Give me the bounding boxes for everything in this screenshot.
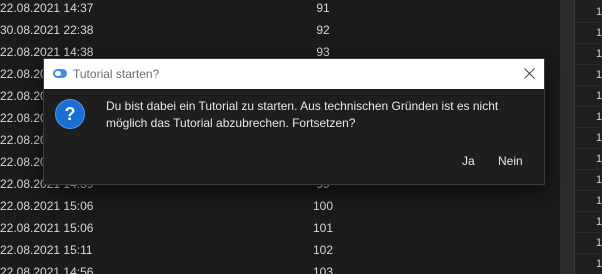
right-panel-row: 1: [574, 189, 602, 212]
row-number: 100: [312, 199, 334, 213]
table-row[interactable]: 22.08.2021 15:06 101: [0, 221, 560, 243]
app-window: 22.08.2021 14:37 91 30.08.2021 22:38 92 22.0…: [0, 0, 602, 274]
row-date: 22.08.2021 15:06: [0, 199, 94, 213]
question-glyph: ?: [64, 104, 76, 124]
question-icon: ?: [55, 99, 85, 129]
row-number: 101: [312, 221, 334, 235]
no-button[interactable]: Nein: [498, 154, 523, 168]
right-panel-value: 1: [596, 132, 602, 144]
right-panel-value: 1: [596, 90, 602, 102]
right-panel-row: 1: [574, 84, 602, 107]
close-icon: [524, 68, 535, 79]
right-panel: 1 1 1 1 1 1 1 1 1 1 1 1 1: [574, 0, 602, 274]
table-row[interactable]: 22.08.2021 14:56 103: [0, 265, 560, 274]
right-panel-value: 1: [596, 174, 602, 186]
right-panel-value: 1: [596, 237, 602, 249]
right-panel-row: 1: [574, 210, 602, 233]
right-panel-row: 1: [574, 63, 602, 86]
right-panel-value: 1: [596, 48, 602, 60]
dialog-message-line2: möglich das Tutorial abzubrechen. Fortse…: [106, 116, 356, 130]
row-number: 91: [316, 1, 330, 15]
table-row[interactable]: 22.08.2021 15:11 102: [0, 243, 560, 265]
row-number: 103: [312, 265, 334, 274]
close-button[interactable]: [514, 59, 544, 89]
row-date: 22.08.2021 14:37: [0, 1, 94, 15]
row-date: 22.08.2021 15:06: [0, 221, 94, 235]
right-panel-row: 1: [574, 231, 602, 254]
panel-divider: [574, 0, 575, 274]
yes-button[interactable]: Ja: [462, 154, 475, 168]
dialog-titlebar: Tutorial starten?: [44, 59, 544, 89]
table-row[interactable]: 30.08.2021 22:38 92: [0, 23, 560, 45]
right-panel-row: 1: [574, 147, 602, 170]
row-date: 22.08.2021 14:38: [0, 45, 94, 59]
row-date: 22.08.2021 15:11: [0, 243, 93, 257]
dialog-title: Tutorial starten?: [73, 67, 160, 81]
right-panel-row: 1: [574, 168, 602, 191]
right-panel-value: 1: [596, 27, 602, 39]
right-panel-row: 1: [574, 252, 602, 274]
right-panel-value: 1: [596, 111, 602, 123]
row-number: 93: [316, 45, 330, 59]
confirm-dialog: Tutorial starten? ? Du bist dabei ein Tu…: [43, 58, 545, 185]
right-panel-value: 1: [596, 69, 602, 81]
right-panel-row: 1: [574, 0, 602, 23]
table-row[interactable]: 22.08.2021 14:37 91: [0, 1, 560, 23]
right-panel-row: 1: [574, 42, 602, 65]
dialog-message-line1: Du bist dabei ein Tutorial zu starten. A…: [106, 99, 499, 113]
right-panel-row: 1: [574, 126, 602, 149]
right-panel-row: 1: [574, 21, 602, 44]
right-panel-value: 1: [596, 195, 602, 207]
right-panel-value: 1: [596, 6, 602, 18]
row-date: 22.08.2021 14:56: [0, 265, 94, 274]
right-panel-value: 1: [596, 153, 602, 165]
row-number: 92: [316, 23, 330, 37]
row-date: 30.08.2021 22:38: [0, 23, 94, 37]
row-number: 102: [312, 243, 334, 257]
right-panel-row: 1: [574, 105, 602, 128]
table-row[interactable]: 22.08.2021 15:06 100: [0, 199, 560, 221]
right-panel-value: 1: [596, 216, 602, 228]
right-panel-value: 1: [596, 258, 602, 270]
table-scrollbar[interactable]: [560, 0, 574, 274]
app-icon: [53, 69, 67, 78]
